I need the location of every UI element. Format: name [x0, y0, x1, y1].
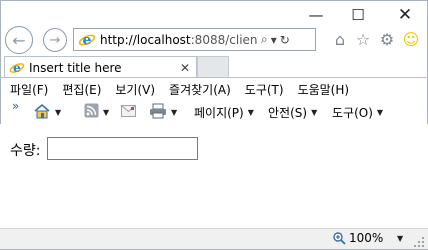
- tools-menu-label: 도구(O): [332, 105, 373, 120]
- zoom-level: 100%: [349, 231, 384, 245]
- rss-icon: [84, 103, 99, 121]
- safety-menu-label: 안전(S): [268, 105, 308, 120]
- cmd-print-button[interactable]: ▼: [149, 103, 177, 121]
- ie-page-icon: e: [78, 31, 96, 49]
- svg-text:e: e: [83, 32, 92, 48]
- zoom-control[interactable]: 100%: [333, 231, 383, 245]
- zoom-dropdown-icon[interactable]: ▼: [397, 234, 403, 243]
- minimize-button[interactable]: —: [301, 0, 331, 30]
- home-icon[interactable]: ⌂: [329, 28, 351, 50]
- refresh-icon[interactable]: ↻: [280, 33, 290, 47]
- maximize-button[interactable]: ☐: [343, 0, 373, 30]
- zoom-magnifier-icon: [333, 231, 346, 245]
- commandbar-chevron-icon[interactable]: »: [12, 99, 20, 113]
- address-url[interactable]: http://localhost:8088/clientwe: [100, 33, 258, 47]
- cmd-home-button[interactable]: ▼: [33, 103, 61, 121]
- cmd-safety-menu[interactable]: 안전(S) ▼: [268, 103, 317, 121]
- address-dropdown-icon[interactable]: ▾: [271, 33, 277, 47]
- rss-dropdown-icon[interactable]: ▼: [103, 108, 109, 117]
- safety-dropdown-icon: ▼: [311, 107, 318, 117]
- quantity-label: 수량:: [10, 143, 41, 159]
- menu-view[interactable]: 보기(V): [115, 81, 155, 98]
- svg-text:e: e: [13, 60, 21, 75]
- menu-tools[interactable]: 도구(T): [245, 81, 284, 98]
- forward-button[interactable]: →: [43, 28, 67, 52]
- favorites-icon[interactable]: ☆: [352, 28, 374, 50]
- tab-close-icon[interactable]: ✕: [177, 61, 193, 75]
- resize-grip-icon[interactable]: [414, 236, 424, 247]
- tab-divider: [0, 77, 428, 78]
- mail-icon: [121, 104, 136, 120]
- ie-tab-icon: e: [9, 60, 25, 76]
- cmd-mail-button[interactable]: [121, 103, 136, 121]
- home-icon: [33, 103, 51, 122]
- menu-bar: 파일(F) 편집(E) 보기(V) 즐겨찾기(A) 도구(T) 도움말(H): [0, 79, 428, 99]
- cmd-page-menu[interactable]: 페이지(P) ▼: [194, 103, 254, 121]
- search-icon[interactable]: ⌕: [261, 32, 268, 47]
- home-dropdown-icon[interactable]: ▼: [55, 108, 61, 117]
- menu-file[interactable]: 파일(F): [10, 81, 48, 98]
- menu-help[interactable]: 도움말(H): [298, 81, 350, 98]
- close-button[interactable]: ✕: [390, 0, 420, 30]
- gear-icon[interactable]: ⚙: [376, 28, 398, 50]
- print-dropdown-icon[interactable]: ▼: [171, 108, 177, 117]
- tab-title: Insert title here: [29, 60, 122, 75]
- tools-dropdown-icon: ▼: [376, 107, 384, 117]
- quantity-input[interactable]: [47, 137, 198, 160]
- address-bar[interactable]: e http://localhost:8088/clientwe ⌕ ▾ ↻: [73, 28, 316, 51]
- page-dropdown-icon: ▼: [247, 107, 254, 117]
- page-menu-label: 페이지(P): [194, 105, 244, 120]
- menu-edit[interactable]: 편집(E): [62, 81, 101, 98]
- back-button[interactable]: ←: [5, 26, 33, 54]
- new-tab-button[interactable]: [197, 56, 229, 78]
- cmd-feeds-button[interactable]: ▼: [84, 103, 109, 121]
- cmd-tools-menu[interactable]: 도구(O) ▼: [332, 103, 383, 121]
- menu-favorites[interactable]: 즐겨찾기(A): [169, 81, 231, 98]
- printer-icon: [149, 103, 167, 122]
- feedback-smiley-icon[interactable]: ☺: [400, 28, 422, 50]
- tab-insert-title[interactable]: e Insert title here ✕: [4, 56, 197, 78]
